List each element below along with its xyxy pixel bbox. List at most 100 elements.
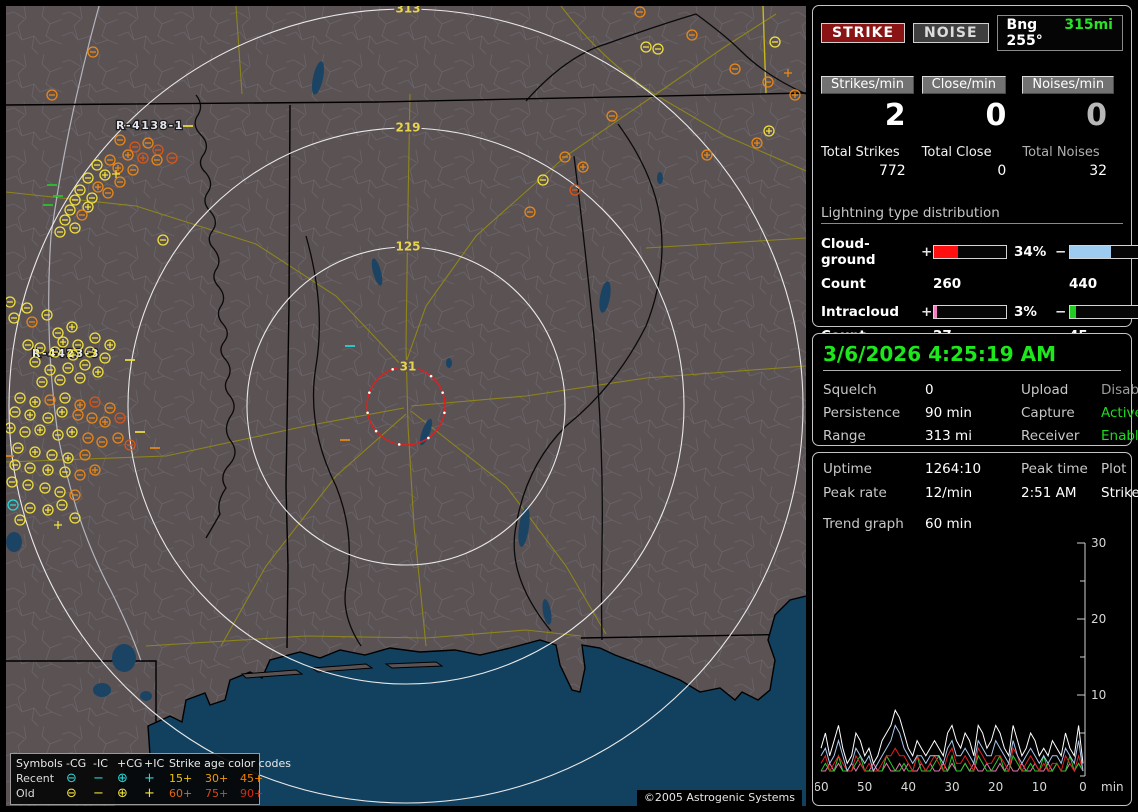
range-value: 313 mi xyxy=(925,428,972,444)
svg-text:125: 125 xyxy=(395,240,420,254)
trend-graph: 10 20 30 60 50 40 30 20 10 0 min xyxy=(815,537,1124,794)
trend-graph-label: Trend graph xyxy=(823,516,904,532)
cg-neg-bar xyxy=(1069,245,1138,259)
trend-panel: Uptime 1264:10 Peak time Plot Peak rate … xyxy=(812,452,1138,806)
bearing-label: Bng 255° xyxy=(1006,17,1043,49)
noises-per-min-value: 0 xyxy=(1086,98,1108,133)
noises-column: Noises/min 0 Total Noises 32 xyxy=(1022,73,1123,179)
svg-text:313: 313 xyxy=(395,6,420,16)
age-60: 60+ xyxy=(169,787,193,800)
total-noises-value: 32 xyxy=(1089,163,1108,179)
svg-text:10: 10 xyxy=(1032,780,1047,794)
noise-button[interactable]: NOISE xyxy=(913,23,989,43)
svg-text:219: 219 xyxy=(395,121,420,135)
persistence-value: 90 min xyxy=(925,405,972,421)
svg-text:60: 60 xyxy=(815,780,829,794)
receiver-label: Receiver xyxy=(1021,428,1080,444)
plot-value: Strike xyxy=(1101,485,1138,501)
capture-value: Active xyxy=(1101,405,1138,421)
uptime-label: Uptime xyxy=(823,461,872,477)
svg-text:R-4423-3: R-4423-3 xyxy=(32,347,100,360)
plus-sign: + xyxy=(921,304,933,320)
close-per-min-value: 0 xyxy=(985,98,1007,133)
old-cg-neg-icon: ⊖ xyxy=(66,785,77,801)
close-column: Close/min 0 Total Close 0 xyxy=(921,73,1023,179)
svg-text:20: 20 xyxy=(988,780,1003,794)
age-45: 45+ xyxy=(240,772,264,785)
svg-text:20: 20 xyxy=(1091,612,1106,626)
svg-text:10: 10 xyxy=(1091,688,1106,702)
age-30: 30+ xyxy=(205,772,229,785)
svg-text:0: 0 xyxy=(1079,780,1087,794)
close-per-min-button[interactable]: Close/min xyxy=(921,76,1006,94)
age-90: 90+ xyxy=(240,787,264,800)
cg-pos-count: 260 xyxy=(933,276,962,292)
svg-text:40: 40 xyxy=(901,780,916,794)
uptime-value: 1264:10 xyxy=(925,461,982,477)
old-ic-pos-icon: + xyxy=(144,785,155,801)
cloud-ground-label: Cloud-ground xyxy=(821,236,876,268)
upload-label: Upload xyxy=(1021,382,1069,398)
legend-col-cg-pos: +CG xyxy=(117,757,143,770)
svg-text:min: min xyxy=(1101,780,1124,794)
symbol-legend: Symbols -CG -IC +CG +IC Strike age color… xyxy=(10,753,291,805)
age-15: 15+ xyxy=(169,772,193,785)
datetime-display: 3/6/2026 4:25:19 AM xyxy=(823,342,1121,371)
total-close-value: 0 xyxy=(997,163,1007,179)
map-canvas[interactable]: 31 125 219 313 R-4138-1 R-4423-3 xyxy=(6,6,806,806)
capture-label: Capture xyxy=(1021,405,1075,421)
copyright-text: ©2005 Astrogenic Systems xyxy=(636,790,802,806)
minus-sign: − xyxy=(1055,244,1067,260)
total-noises-label: Total Noises xyxy=(1022,145,1100,160)
cg-count-label: Count xyxy=(821,276,866,292)
lightning-distribution: Lightning type distribution Cloud-ground… xyxy=(821,205,1138,344)
cg-pos-pct: 34% xyxy=(1014,244,1047,260)
svg-text:50: 50 xyxy=(857,780,872,794)
legend-symbols-header: Symbols xyxy=(16,757,63,770)
cg-pos-bar xyxy=(933,245,1007,259)
peak-time-label: Peak time xyxy=(1021,461,1088,477)
receiver-value: Enabled xyxy=(1101,428,1138,444)
age-75: 75+ xyxy=(205,787,229,800)
cg-neg-count: 440 xyxy=(1069,276,1098,292)
peak-rate-value: 12/min xyxy=(925,485,973,501)
legend-col-ic-neg: -IC xyxy=(93,757,108,770)
recent-cg-pos-icon: ⊕ xyxy=(117,770,128,786)
trend-graph-value: 60 min xyxy=(925,516,972,532)
bearing-range: 315mi xyxy=(1064,17,1113,33)
strike-button[interactable]: STRIKE xyxy=(821,23,906,43)
total-strikes-value: 772 xyxy=(878,163,906,179)
recent-ic-neg-icon: − xyxy=(93,770,104,786)
strikes-per-min-value: 2 xyxy=(884,98,906,133)
ic-pos-bar xyxy=(933,305,1007,319)
svg-text:30: 30 xyxy=(1091,537,1106,550)
noises-per-min-button[interactable]: Noises/min xyxy=(1022,76,1115,94)
intracloud-label: Intracloud xyxy=(821,304,900,320)
range-label: Range xyxy=(823,428,866,444)
plus-sign: + xyxy=(921,244,933,260)
total-close-label: Total Close xyxy=(921,145,992,160)
distribution-title: Lightning type distribution xyxy=(821,205,1123,224)
legend-age-title: Strike age color codes xyxy=(169,757,291,770)
legend-col-cg-neg: -CG xyxy=(66,757,87,770)
svg-text:31: 31 xyxy=(400,360,417,374)
upload-value: Disabled xyxy=(1101,382,1138,398)
peak-rate-label: Peak rate xyxy=(823,485,887,501)
svg-text:30: 30 xyxy=(944,780,959,794)
squelch-label: Squelch xyxy=(823,382,877,398)
old-ic-neg-icon: − xyxy=(93,785,104,801)
persistence-label: Persistence xyxy=(823,405,901,421)
bearing-badge: Bng 255° 315mi xyxy=(996,15,1123,51)
ic-neg-bar xyxy=(1069,305,1138,319)
strikes-per-min-button[interactable]: Strikes/min xyxy=(821,76,915,94)
squelch-value: 0 xyxy=(925,382,934,398)
plot-label: Plot xyxy=(1101,461,1127,477)
recent-cg-neg-icon: ⊖ xyxy=(66,770,77,786)
counters-panel: STRIKE NOISE Bng 255° 315mi Strikes/min … xyxy=(812,5,1138,344)
strike-map[interactable]: 31 125 219 313 R-4138-1 R-4423-3 Symbols -CG… xyxy=(6,6,806,806)
legend-row-recent-label: Recent xyxy=(16,772,55,785)
recent-ic-pos-icon: + xyxy=(144,770,155,786)
legend-row-old-label: Old xyxy=(16,787,35,800)
strikes-column: Strikes/min 2 Total Strikes 772 xyxy=(821,73,922,179)
minus-sign: − xyxy=(1055,304,1067,320)
